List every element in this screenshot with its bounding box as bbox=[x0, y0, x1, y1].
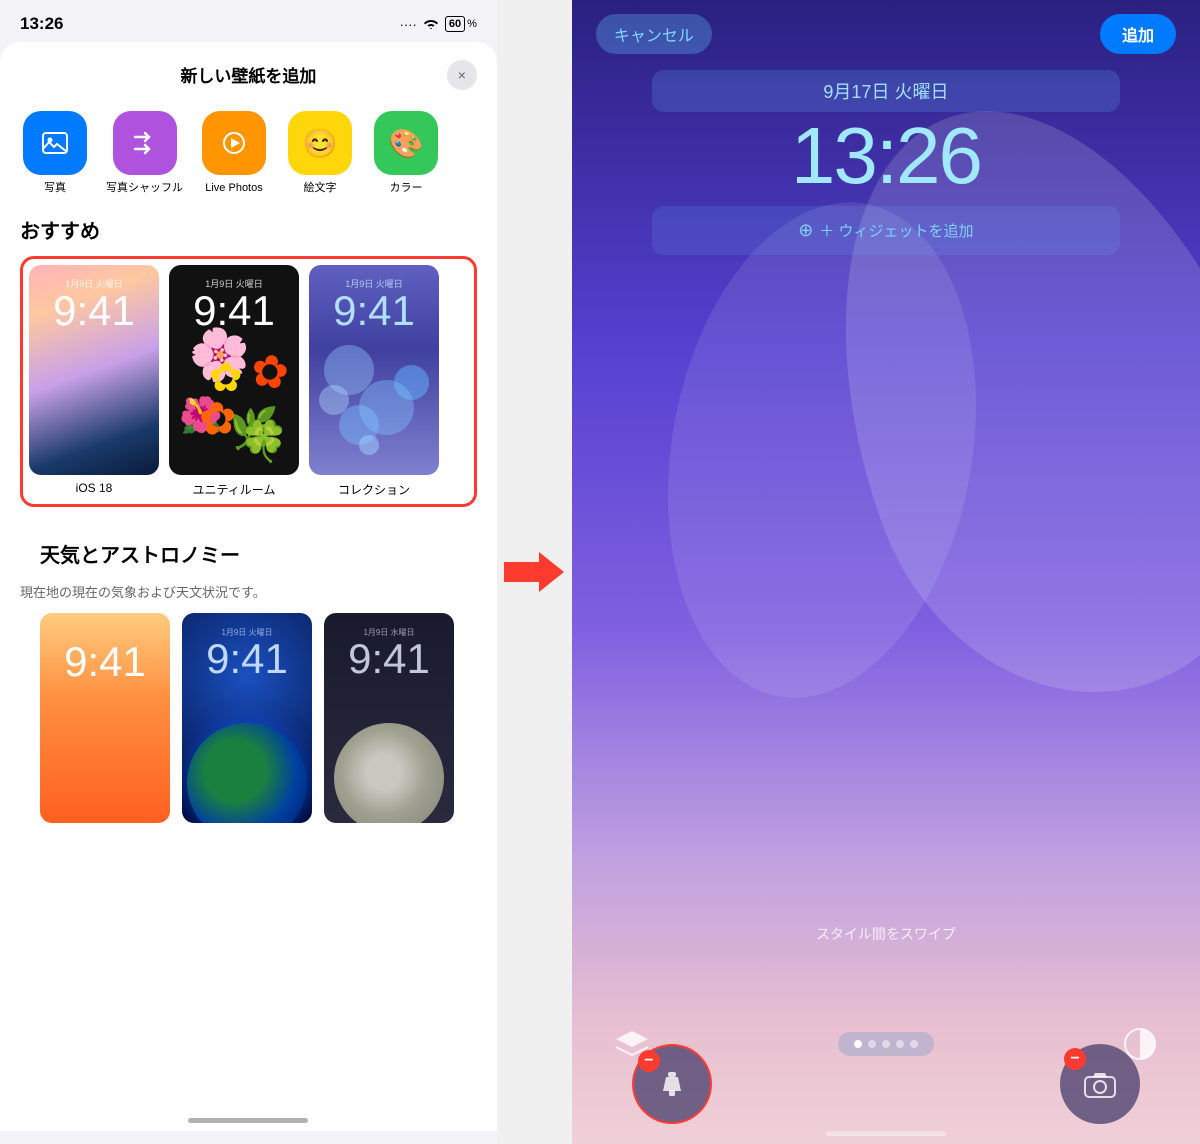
wp-collection-label: コレクション bbox=[338, 475, 410, 498]
wallpaper-collection-preview: 1月9日 火曜日 9:41 bbox=[309, 265, 439, 475]
camera-icon bbox=[1083, 1069, 1117, 1099]
battery-icon: 60 % bbox=[445, 16, 477, 32]
right-status-bar: キャンセル 追加 bbox=[572, 0, 1200, 62]
status-icons: ···· 60 % bbox=[400, 16, 477, 32]
add-button[interactable]: 追加 bbox=[1100, 14, 1176, 54]
close-button[interactable]: × bbox=[447, 60, 477, 90]
add-widget-label: ＋ ウィジェットを追加 bbox=[819, 220, 973, 241]
sheet-container: 新しい壁紙を追加 × 写真 写真シャッフル Live Photos bbox=[0, 42, 497, 1131]
category-item-livephotos[interactable]: Live Photos bbox=[199, 111, 269, 195]
category-item-shuffle[interactable]: 写真シャッフル bbox=[106, 111, 183, 195]
category-item-emoji[interactable]: 😊 絵文字 bbox=[285, 111, 355, 195]
arrow-area bbox=[497, 0, 572, 1144]
color-icon: 🎨 bbox=[374, 111, 438, 175]
swipe-hint: スタイル間をスワイプ bbox=[572, 924, 1200, 944]
livephotos-label: Live Photos bbox=[205, 181, 262, 195]
weather-card-2[interactable]: 1月9日 火曜日 9:41 bbox=[182, 613, 312, 823]
camera-widget[interactable]: − bbox=[1060, 1044, 1140, 1124]
wifi-icon bbox=[423, 17, 439, 32]
cancel-button[interactable]: キャンセル bbox=[596, 14, 712, 54]
battery-level: 60 bbox=[445, 16, 465, 32]
bottom-widgets: − − bbox=[572, 1044, 1200, 1124]
sheet-title: 新しい壁紙を追加 bbox=[180, 62, 316, 87]
lock-screen-time: 13:26 bbox=[572, 116, 1200, 196]
wp-ios18-time: 9:41 bbox=[29, 287, 159, 335]
category-item-color[interactable]: 🎨 カラー bbox=[371, 111, 441, 195]
signal-icon: ···· bbox=[400, 17, 417, 32]
wallpaper-card-ios18[interactable]: 1月9日 火曜日 9:41 iOS 18 bbox=[29, 265, 159, 498]
wp-ios18-label: iOS 18 bbox=[76, 475, 113, 495]
weather-section: 天気とアストロノミー 現在地の現在の気象および天文状況です。 9:41 1月9日… bbox=[0, 523, 497, 823]
category-item-photos[interactable]: 写真 bbox=[20, 111, 90, 195]
weather-card-3[interactable]: 1月9日 水曜日 9:41 bbox=[324, 613, 454, 823]
wp-collection-time: 9:41 bbox=[309, 287, 439, 335]
shuffle-label: 写真シャッフル bbox=[106, 181, 183, 195]
home-indicator bbox=[826, 1131, 946, 1136]
photos-icon bbox=[23, 111, 87, 175]
photos-label: 写真 bbox=[44, 181, 66, 195]
section-title-weather: 天気とアストロノミー bbox=[20, 539, 477, 580]
lock-screen-date: 9月17日 火曜日 bbox=[652, 70, 1120, 112]
section-title-recommended: おすすめ bbox=[0, 215, 497, 256]
camera-remove-button[interactable]: − bbox=[1064, 1048, 1086, 1070]
wallpaper-card-collection[interactable]: 1月9日 火曜日 9:41 コレクション bbox=[309, 265, 439, 498]
flashlight-widget[interactable]: − bbox=[632, 1044, 712, 1124]
weather-desc: 現在地の現在の気象および天文状況です。 bbox=[20, 580, 477, 613]
plus-icon: ⊕ bbox=[798, 220, 813, 241]
color-label: カラー bbox=[390, 181, 423, 195]
wallpaper-ios18-preview: 1月9日 火曜日 9:41 bbox=[29, 265, 159, 475]
category-row: 写真 写真シャッフル Live Photos 😊 絵文字 🎨 カラー bbox=[0, 103, 497, 215]
livephotos-icon bbox=[202, 111, 266, 175]
flashlight-remove-button[interactable]: − bbox=[638, 1050, 660, 1072]
status-bar: 13:26 ···· 60 % bbox=[0, 0, 497, 42]
status-time: 13:26 bbox=[20, 14, 63, 34]
flashlight-icon bbox=[656, 1068, 688, 1100]
home-indicator-left bbox=[188, 1118, 308, 1123]
right-arrow-icon bbox=[504, 552, 564, 592]
left-panel: 13:26 ···· 60 % 新しい壁紙を追加 × 写真 bbox=[0, 0, 497, 1144]
wallpaper-card-unity[interactable]: 1月9日 火曜日 9:41 🌸 ✿ ✿ 🌺 🌿 ✿ 🍀 ユニティルーム bbox=[169, 265, 299, 498]
recommended-box: 1月9日 火曜日 9:41 iOS 18 1月9日 火曜日 9:41 🌸 ✿ bbox=[20, 256, 477, 507]
wp-unity-label: ユニティルーム bbox=[193, 475, 276, 498]
weather-card-1[interactable]: 9:41 bbox=[40, 613, 170, 823]
wallpaper-unity-preview: 1月9日 火曜日 9:41 🌸 ✿ ✿ 🌺 🌿 ✿ 🍀 bbox=[169, 265, 299, 475]
right-panel: キャンセル 追加 9月17日 火曜日 13:26 ⊕ ＋ ウィジェットを追加 ス… bbox=[572, 0, 1200, 1144]
sheet-header: 新しい壁紙を追加 × bbox=[0, 62, 497, 103]
shuffle-icon bbox=[113, 111, 177, 175]
weather-wallpaper-row: 9:41 1月9日 火曜日 9:41 1月9日 水曜日 bbox=[20, 613, 477, 823]
recommended-section: おすすめ 1月9日 火曜日 9:41 iOS 18 1月9日 火曜日 bbox=[0, 215, 497, 523]
add-widget-button[interactable]: ⊕ ＋ ウィジェットを追加 bbox=[652, 206, 1120, 255]
emoji-label: 絵文字 bbox=[304, 181, 337, 195]
emoji-icon: 😊 bbox=[288, 111, 352, 175]
